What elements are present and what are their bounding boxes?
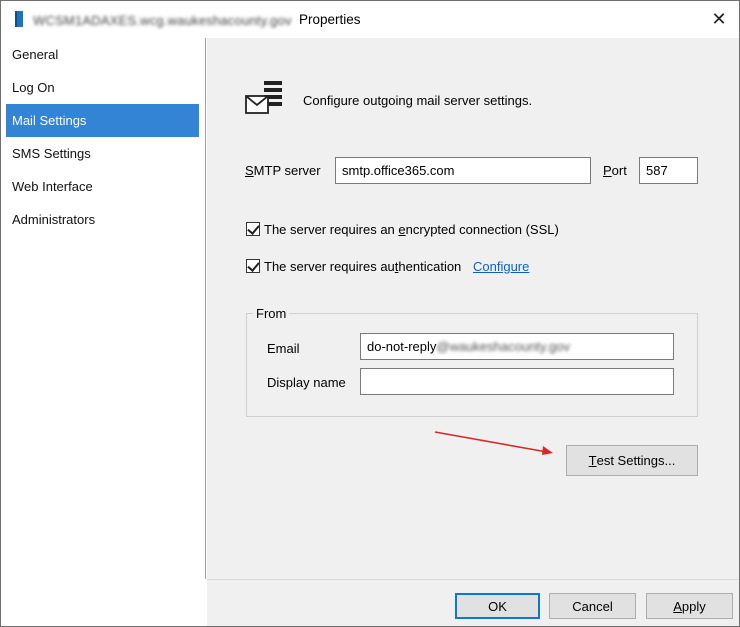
authentication-checkbox[interactable]: [246, 259, 260, 273]
cancel-button[interactable]: Cancel: [549, 593, 636, 619]
email-input[interactable]: do-not-reply@waukeshacounty.gov: [360, 333, 674, 360]
sidebar-item-log-on[interactable]: Log On: [6, 71, 199, 104]
sidebar-item-mail-settings[interactable]: Mail Settings: [6, 104, 199, 137]
sidebar-item-general[interactable]: General: [6, 38, 199, 71]
email-value: do-not-reply: [367, 339, 437, 354]
ssl-checkbox-label[interactable]: The server requires an encrypted connect…: [264, 222, 559, 237]
display-name-label: Display name: [267, 375, 346, 390]
test-settings-button[interactable]: Test Settings...: [566, 445, 698, 476]
email-domain-blurred: @waukeshacounty.gov: [436, 339, 571, 354]
display-name-input[interactable]: [360, 368, 674, 395]
sidebar-nav: General Log On Mail Settings SMS Setting…: [2, 38, 206, 579]
port-input[interactable]: [639, 157, 698, 184]
from-groupbox: [246, 313, 698, 417]
annotation-arrow: [434, 431, 553, 455]
apply-button[interactable]: Apply: [646, 593, 733, 619]
smtp-server-label: SMTP server: [245, 163, 321, 178]
sidebar-item-web-interface[interactable]: Web Interface: [6, 170, 199, 203]
from-group-title: From: [253, 306, 290, 321]
ok-button[interactable]: OK: [455, 593, 540, 619]
app-icon: [15, 11, 23, 27]
window-title: Properties: [299, 12, 361, 27]
port-label: Port: [603, 163, 627, 178]
window-title-blurred: WCSM1ADAXES.wcg.waukeshacounty.gov: [33, 13, 292, 28]
email-label: Email: [267, 341, 300, 356]
ssl-checkbox[interactable]: [246, 222, 260, 236]
authentication-checkbox-label[interactable]: The server requires authentication: [264, 259, 461, 274]
sidebar-item-sms-settings[interactable]: SMS Settings: [6, 137, 199, 170]
smtp-server-input[interactable]: [335, 157, 591, 184]
mail-server-icon: [245, 81, 282, 114]
title-bar: WCSM1ADAXES.wcg.waukeshacounty.gov Prope…: [1, 1, 739, 37]
configure-link[interactable]: Configure: [473, 259, 529, 274]
sidebar-item-administrators[interactable]: Administrators: [6, 203, 199, 236]
close-button[interactable]: ✕: [701, 5, 737, 33]
close-icon: ✕: [711, 8, 727, 29]
properties-dialog: WCSM1ADAXES.wcg.waukeshacounty.gov Prope…: [0, 0, 740, 627]
section-description: Configure outgoing mail server settings.: [303, 93, 533, 108]
